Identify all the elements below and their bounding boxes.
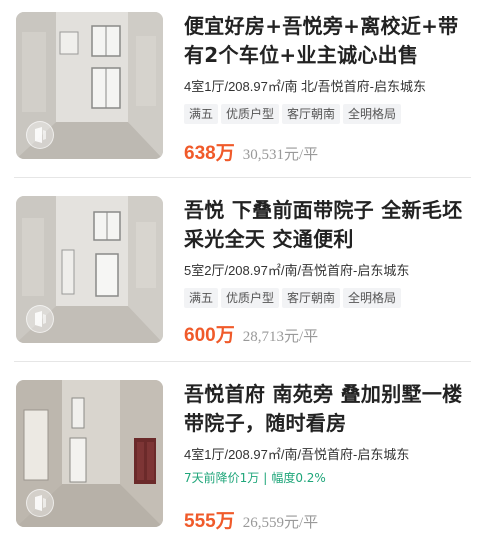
- tag: 客厅朝南: [282, 288, 341, 308]
- listing-card[interactable]: 便宜好房+吾悦旁+离校近+带有2个车位+业主诚心出售 4室1厅/208.97㎡/…: [0, 4, 485, 172]
- listing-meta: 5室2厅/208.97㎡/南/吾悦首府-启东城东: [184, 263, 410, 278]
- listing-photo[interactable]: [16, 380, 163, 527]
- listing-card[interactable]: 吾悦 下叠前面带院子 全新毛坯 采光全天 交通便利 5室2厅/208.97㎡/南…: [0, 188, 485, 356]
- total-price: 600万: [184, 325, 235, 346]
- tag: 优质户型: [221, 288, 280, 308]
- listing-photo[interactable]: [16, 196, 163, 343]
- tag: 优质户型: [221, 104, 280, 124]
- listing-photo[interactable]: [16, 12, 163, 159]
- unit-price: 26,559元/平: [242, 515, 319, 531]
- listing-title[interactable]: 吾悦 下叠前面带院子 全新毛坯 采光全天 交通便利: [184, 196, 474, 254]
- total-price: 555万: [184, 511, 235, 532]
- listing-meta: 4室1厅/208.97㎡/南/吾悦首府-启东城东: [184, 447, 410, 462]
- divider: [14, 361, 471, 362]
- listing-meta: 4室1厅/208.97㎡/南 北/吾悦首府-启东城东: [184, 79, 426, 94]
- tag: 客厅朝南: [282, 104, 341, 124]
- tag: 全明格局: [343, 288, 402, 308]
- price-drop: 7天前降价1万 | 幅度0.2%: [184, 470, 474, 487]
- divider: [14, 177, 471, 178]
- price-drop-separator: |: [263, 471, 268, 485]
- listing-title[interactable]: 吾悦首府 南苑旁 叠加别墅一楼带院子，随时看房: [184, 380, 474, 438]
- vr-panorama-icon: [26, 305, 54, 333]
- listing-list: 便宜好房+吾悦旁+离校近+带有2个车位+业主诚心出售 4室1厅/208.97㎡/…: [0, 0, 485, 543]
- tag: 全明格局: [343, 104, 402, 124]
- price-drop-range: 幅度0.2%: [271, 471, 326, 485]
- listing-tags: 满五 优质户型 客厅朝南 全明格局: [184, 287, 474, 309]
- unit-price: 30,531元/平: [242, 147, 319, 163]
- price-row: 555万 26,559元/平: [184, 506, 318, 533]
- listing-card[interactable]: 吾悦首府 南苑旁 叠加别墅一楼带院子，随时看房 4室1厅/208.97㎡/南/吾…: [0, 372, 485, 540]
- price-row: 638万 30,531元/平: [184, 138, 318, 165]
- unit-price: 28,713元/平: [242, 329, 319, 345]
- total-price: 638万: [184, 143, 235, 164]
- listing-tags: 满五 优质户型 客厅朝南 全明格局: [184, 103, 474, 125]
- price-row: 600万 28,713元/平: [184, 320, 318, 347]
- tag: 满五: [184, 288, 219, 308]
- vr-panorama-icon: [26, 121, 54, 149]
- listing-title[interactable]: 便宜好房+吾悦旁+离校近+带有2个车位+业主诚心出售: [184, 12, 474, 70]
- tag: 满五: [184, 104, 219, 124]
- vr-panorama-icon: [26, 489, 54, 517]
- price-drop-text: 7天前降价1万: [184, 471, 260, 485]
